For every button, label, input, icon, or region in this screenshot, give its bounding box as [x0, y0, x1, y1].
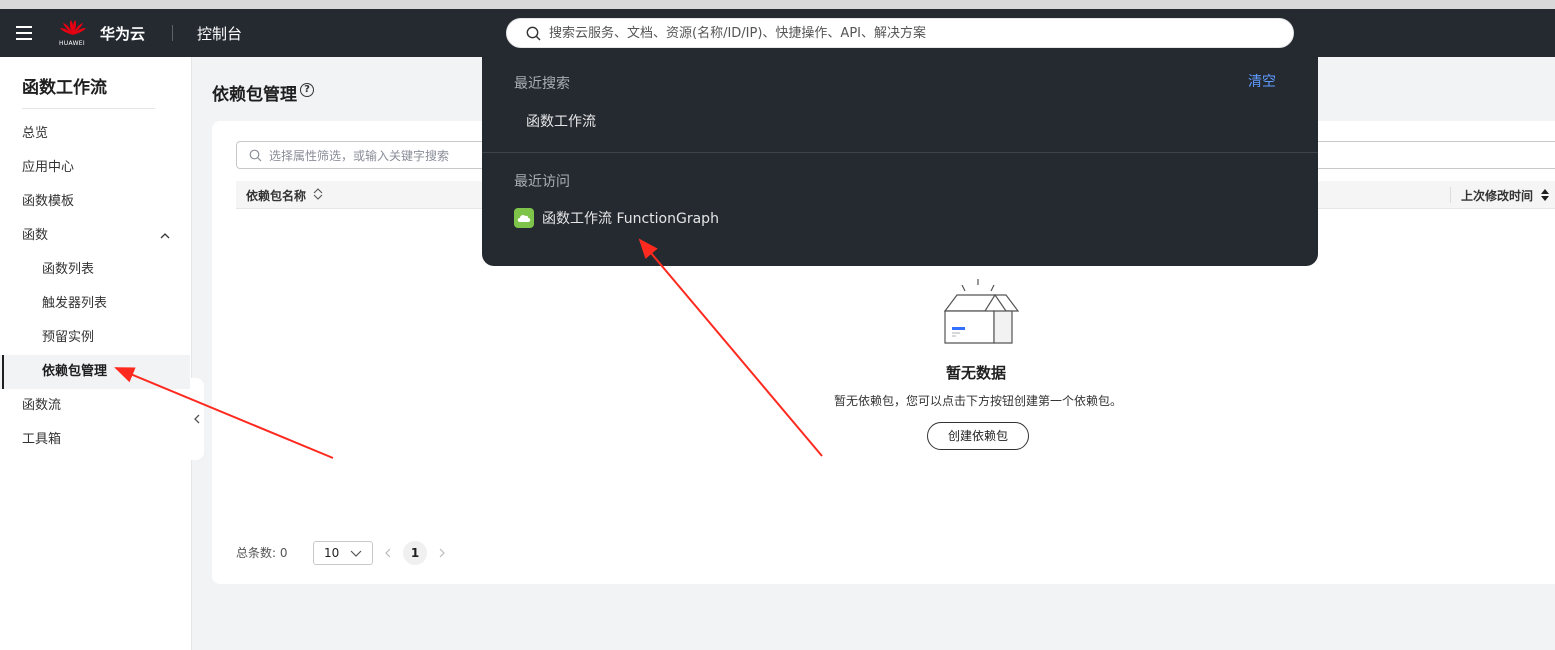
sidebar-collapse-handle[interactable] — [190, 378, 204, 460]
recent-search-label: 最近搜索 — [514, 76, 570, 92]
console-link[interactable]: 控制台 — [197, 23, 242, 44]
global-search-dropdown: 最近搜索 清空 函数工作流 最近访问 函数工作流 FunctionGraph — [482, 9, 1318, 266]
sort-icon[interactable] — [313, 188, 323, 200]
column-header-name[interactable]: 依赖包名称 — [246, 187, 306, 204]
empty-state-title: 暂无数据 — [946, 364, 1007, 382]
sidebar-group-functions[interactable]: 函数 — [0, 219, 190, 253]
menu-icon[interactable] — [16, 26, 32, 40]
chevron-down-icon — [350, 550, 362, 557]
total-count: 总条数: 0 — [236, 546, 288, 560]
header-divider — [172, 25, 173, 41]
page-size-value: 10 — [324, 546, 340, 560]
recent-visit-label-text: 函数工作流 FunctionGraph — [542, 211, 719, 227]
help-icon[interactable]: ? — [300, 83, 314, 97]
clear-history-link[interactable]: 清空 — [1248, 71, 1276, 91]
sidebar-item-app-center[interactable]: 应用中心 — [0, 151, 190, 185]
empty-box-icon — [943, 279, 1020, 344]
chevron-left-icon — [194, 414, 200, 424]
recent-visit-label: 最近访问 — [514, 174, 570, 190]
dropdown-divider — [482, 152, 1318, 153]
functiongraph-service-icon — [514, 208, 534, 228]
create-dependency-button[interactable]: 创建依赖包 — [927, 422, 1029, 450]
sidebar-item-reserved-instances[interactable]: 预留实例 — [0, 321, 190, 355]
column-divider — [1450, 187, 1451, 203]
sidebar-item-dependencies[interactable]: 依赖包管理 — [0, 355, 190, 389]
brand-name[interactable]: 华为云 — [100, 23, 145, 44]
filter-placeholder: 选择属性筛选，或输入关键字搜索 — [269, 149, 450, 163]
sidebar-title: 函数工作流 — [22, 78, 107, 98]
sidebar-item-trigger-list[interactable]: 触发器列表 — [0, 287, 190, 321]
next-page-icon[interactable] — [438, 548, 446, 558]
sidebar: 函数工作流 总览 应用中心 函数模板 函数 函数列表 触发器列表 预留实例 依赖… — [0, 57, 192, 650]
global-search-input[interactable] — [547, 23, 1277, 43]
browser-strip — [0, 0, 1555, 9]
page-title: 依赖包管理 — [212, 85, 297, 105]
recent-search-item[interactable]: 函数工作流 — [526, 111, 596, 131]
search-icon — [249, 149, 262, 162]
global-search-box[interactable] — [506, 18, 1294, 48]
logo-text: HUAWEI — [59, 40, 85, 47]
search-icon — [526, 26, 541, 41]
sidebar-item-function-list[interactable]: 函数列表 — [0, 253, 190, 287]
sidebar-group-label: 函数 — [22, 228, 49, 243]
sidebar-item-toolbox[interactable]: 工具箱 — [0, 423, 190, 457]
prev-page-icon[interactable] — [384, 548, 392, 558]
sidebar-item-function-flow[interactable]: 函数流 — [0, 389, 190, 423]
chevron-up-icon — [160, 233, 170, 239]
column-header-modified-time[interactable]: 上次修改时间 — [1461, 187, 1533, 204]
sidebar-divider — [22, 108, 155, 109]
sort-icon[interactable] — [1540, 188, 1550, 202]
sidebar-item-overview[interactable]: 总览 — [0, 117, 190, 151]
sidebar-item-templates[interactable]: 函数模板 — [0, 185, 190, 219]
page-size-select[interactable]: 10 — [313, 541, 373, 565]
empty-state-description: 暂无依赖包，您可以点击下方按钮创建第一个依赖包。 — [834, 394, 1123, 408]
page-number-button[interactable]: 1 — [403, 541, 427, 565]
app-root: HUAWEI 华为云 控制台 函数工作流 总览 应用中心 函数模板 函数 函数列… — [0, 0, 1555, 650]
